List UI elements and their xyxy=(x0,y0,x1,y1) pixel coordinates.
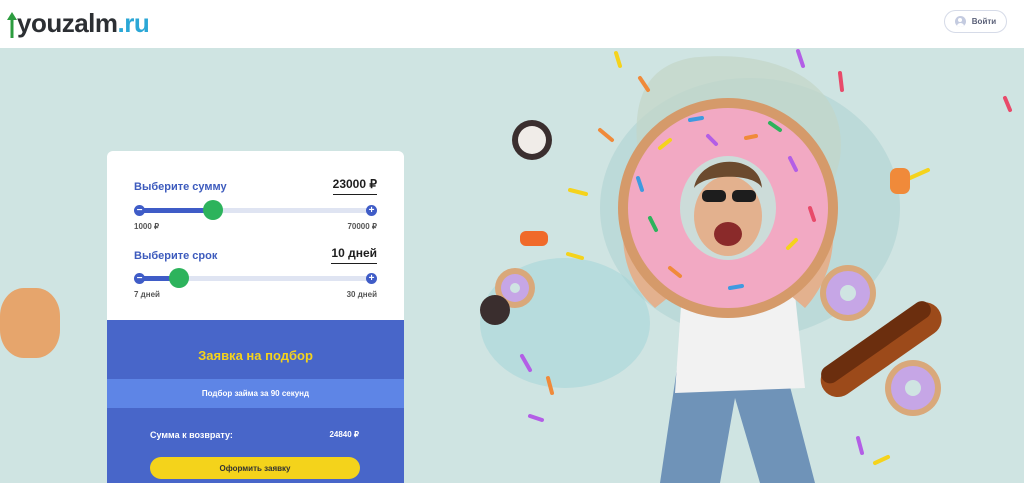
amount-label: Выберите сумму xyxy=(134,181,227,193)
plus-icon: + xyxy=(368,205,375,216)
logo-main: youzalm xyxy=(17,8,118,38)
minus-icon: − xyxy=(136,273,143,284)
apply-title: Заявка на подбор xyxy=(198,348,313,363)
amount-value: 23000 ₽ xyxy=(332,177,377,195)
amount-max-label: 70000 ₽ xyxy=(347,222,377,231)
login-label: Войти xyxy=(971,17,997,26)
hero-background-blob xyxy=(0,288,60,358)
term-min-label: 7 дней xyxy=(134,290,160,299)
minus-icon: − xyxy=(136,205,143,216)
repay-value: 24840 ₽ xyxy=(329,430,359,439)
amount-plus-button[interactable]: + xyxy=(366,205,377,216)
site-logo[interactable]: youzalm.ru xyxy=(6,6,150,38)
amount-minus-button[interactable]: − xyxy=(134,205,145,216)
term-plus-button[interactable]: + xyxy=(366,273,377,284)
apply-strip-text: Подбор займа за 90 секунд xyxy=(201,389,310,398)
term-label: Выберите срок xyxy=(134,250,218,262)
plus-icon: + xyxy=(368,273,375,284)
hero-illustration xyxy=(480,49,1012,483)
hero-section: Выберите сумму 23000 ₽ − + 1000 ₽ 70000 … xyxy=(0,48,1024,483)
logo-tld: .ru xyxy=(117,8,150,38)
amount-slider-track[interactable] xyxy=(139,208,371,213)
site-header: youzalm.ru Войти xyxy=(0,0,1024,48)
submit-label: Оформить заявку xyxy=(219,463,291,473)
amount-slider-thumb[interactable] xyxy=(203,200,223,220)
term-minus-button[interactable]: − xyxy=(134,273,145,284)
repay-label: Сумма к возврату: xyxy=(150,430,233,440)
term-max-label: 30 дней xyxy=(346,290,377,299)
amount-slider-fill xyxy=(139,208,213,213)
term-slider-block: Выберите срок 10 дней − + 7 дней 30 дней xyxy=(134,246,377,300)
submit-application-button[interactable]: Оформить заявку xyxy=(150,457,360,479)
user-icon xyxy=(954,16,966,27)
amount-min-label: 1000 ₽ xyxy=(134,222,160,231)
term-value: 10 дней xyxy=(331,246,377,264)
logo-text: youzalm.ru xyxy=(17,8,150,38)
term-slider-thumb[interactable] xyxy=(169,268,190,288)
amount-slider-block: Выберите сумму 23000 ₽ − + 1000 ₽ 70000 … xyxy=(134,177,377,231)
apply-strip: Подбор займа за 90 секунд xyxy=(107,379,404,408)
loan-form-card: Выберите сумму 23000 ₽ − + 1000 ₽ 70000 … xyxy=(107,151,404,483)
login-button[interactable]: Войти xyxy=(944,10,1007,33)
apply-section: Заявка на подбор Подбор займа за 90 секу… xyxy=(107,320,404,483)
